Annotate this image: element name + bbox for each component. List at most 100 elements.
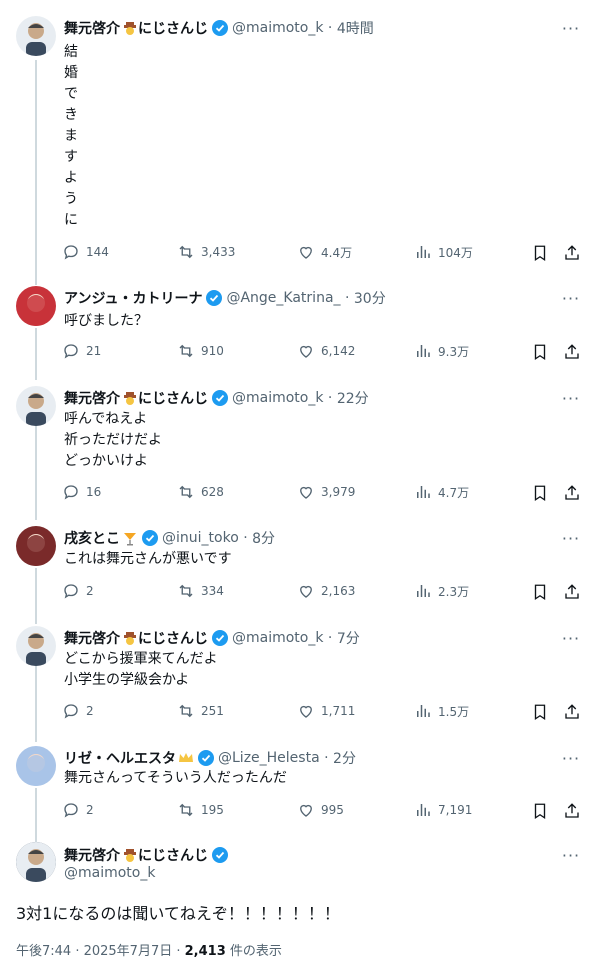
like-button[interactable]: 3,979 <box>297 483 355 501</box>
like-button[interactable]: 6,142 <box>297 342 355 360</box>
verified-icon <box>212 847 228 863</box>
views-button[interactable]: 9.3万 <box>414 342 469 360</box>
handle[interactable]: @maimoto_k <box>232 390 323 406</box>
share-icon[interactable] <box>562 342 582 362</box>
verified-icon <box>206 290 223 306</box>
separator: · <box>323 630 337 646</box>
timestamp[interactable]: 30分 <box>354 288 386 308</box>
bookmark-icon[interactable] <box>530 801 550 821</box>
timestamp[interactable]: 2分 <box>333 748 356 768</box>
avatar[interactable] <box>16 526 56 566</box>
views-button[interactable]: 1.5万 <box>414 702 469 720</box>
tweet-actions: 2 251 1,711 1.5万 <box>62 702 582 722</box>
reply-count: 21 <box>86 344 102 358</box>
timestamp[interactable]: 4時間 <box>337 18 374 38</box>
more-icon[interactable]: ··· <box>561 845 581 865</box>
timestamp[interactable]: 22分 <box>337 388 369 408</box>
reply-button[interactable]: 144 <box>62 243 109 261</box>
more-icon[interactable]: ··· <box>561 388 581 408</box>
retweet-button[interactable]: 334 <box>177 582 224 600</box>
bookmark-icon[interactable] <box>530 582 550 602</box>
like-button[interactable]: 1,711 <box>297 702 355 720</box>
retweet-button[interactable]: 195 <box>177 801 224 819</box>
display-name[interactable]: アンジュ・カトリーナ <box>64 288 202 308</box>
verified-icon <box>212 20 228 36</box>
display-name[interactable]: 舞元啓介 <box>64 388 120 408</box>
tweet-text: 舞元さんってそういう人だったんだ <box>64 770 287 786</box>
share-icon[interactable] <box>562 702 582 722</box>
retweet-count: 251 <box>201 704 224 718</box>
avatar[interactable] <box>16 746 56 786</box>
handle[interactable]: @maimoto_k <box>232 20 323 36</box>
avatar[interactable] <box>16 386 56 426</box>
display-name[interactable]: 舞元啓介 <box>64 845 120 865</box>
cowboy-emoji-icon <box>122 20 138 36</box>
share-icon[interactable] <box>562 243 582 263</box>
crown-emoji-icon <box>178 750 194 766</box>
timestamp[interactable]: 午後7:44 · 2025年7月7日 · <box>16 944 185 959</box>
like-button[interactable]: 995 <box>297 801 344 819</box>
handle[interactable]: @Lize_Helesta <box>218 750 320 766</box>
handle[interactable]: @Ange_Katrina_ <box>226 290 340 306</box>
timestamp[interactable]: 7分 <box>337 628 360 648</box>
reply-button[interactable]: 21 <box>62 342 101 360</box>
more-icon[interactable]: ··· <box>561 528 581 548</box>
reply-icon <box>64 584 78 599</box>
like-button[interactable]: 4.4万 <box>297 243 352 261</box>
handle[interactable]: @maimoto_k <box>232 630 323 646</box>
bookmark-icon[interactable] <box>530 483 550 503</box>
reply-button[interactable]: 16 <box>62 483 101 501</box>
more-icon[interactable]: ··· <box>561 628 581 648</box>
display-name-suffix: にじさんじ <box>138 848 208 864</box>
views-icon <box>417 804 430 816</box>
more-icon[interactable]: ··· <box>561 748 581 768</box>
bookmark-icon[interactable] <box>530 702 550 722</box>
retweet-button[interactable]: 251 <box>177 702 224 720</box>
more-icon[interactable]: ··· <box>561 288 581 308</box>
display-name[interactable]: リゼ・ヘルエスタ <box>64 748 176 768</box>
avatar[interactable] <box>16 16 56 56</box>
thread-line <box>35 60 37 285</box>
retweet-count: 910 <box>201 344 224 358</box>
cocktail-emoji-icon <box>122 530 138 546</box>
views-icon <box>417 486 430 498</box>
handle[interactable]: @inui_toko <box>162 530 239 546</box>
bookmark-icon[interactable] <box>530 243 550 263</box>
verified-icon <box>198 750 214 766</box>
avatar[interactable] <box>16 842 56 882</box>
separator: · <box>319 750 334 766</box>
share-icon[interactable] <box>562 483 582 503</box>
display-name[interactable]: 戌亥とこ <box>64 528 120 548</box>
retweet-button[interactable]: 628 <box>177 483 224 501</box>
views-button[interactable]: 104万 <box>414 243 473 261</box>
views-button[interactable]: 2.3万 <box>414 582 469 600</box>
avatar[interactable] <box>16 626 56 666</box>
views-count: 104万 <box>438 245 473 260</box>
reply-button[interactable]: 2 <box>62 801 94 819</box>
like-icon <box>300 804 312 817</box>
tweet-header: 舞元啓介 にじさんじ @maimoto_k · 7分 <box>64 628 360 648</box>
retweet-button[interactable]: 3,433 <box>177 243 235 261</box>
views-button[interactable]: 7,191 <box>414 801 472 819</box>
thread-line <box>35 328 37 380</box>
display-name[interactable]: 舞元啓介 <box>64 628 120 648</box>
more-icon[interactable]: ··· <box>561 18 581 38</box>
like-count: 1,711 <box>321 704 356 718</box>
retweet-button[interactable]: 910 <box>177 342 224 360</box>
reply-button[interactable]: 2 <box>62 702 94 720</box>
share-icon[interactable] <box>562 582 582 602</box>
thread-line <box>35 568 37 624</box>
separator: · <box>238 530 253 546</box>
retweet-count: 3,433 <box>201 245 236 259</box>
share-icon[interactable] <box>562 801 582 821</box>
like-button[interactable]: 2,163 <box>297 582 355 600</box>
reply-button[interactable]: 2 <box>62 582 94 600</box>
retweet-icon <box>179 245 193 259</box>
views-button[interactable]: 4.7万 <box>414 483 469 501</box>
avatar[interactable] <box>16 286 56 326</box>
timestamp[interactable]: 8分 <box>252 528 275 548</box>
retweet-count: 628 <box>201 485 224 499</box>
display-name[interactable]: 舞元啓介 <box>64 18 120 38</box>
bookmark-icon[interactable] <box>530 342 550 362</box>
handle[interactable]: @maimoto_k <box>64 865 155 881</box>
